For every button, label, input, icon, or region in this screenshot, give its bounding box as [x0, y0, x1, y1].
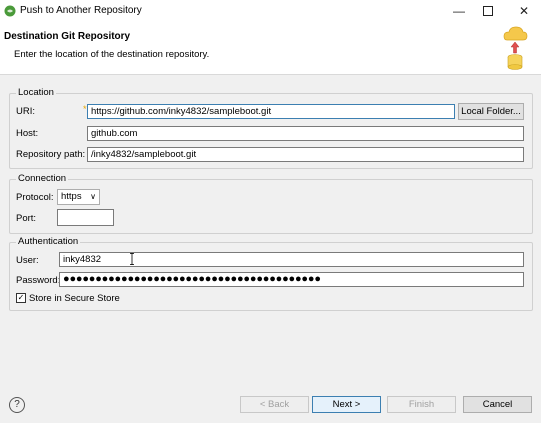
protocol-select-value: https	[61, 191, 82, 202]
help-icon[interactable]: ?	[9, 397, 25, 413]
cancel-button[interactable]: Cancel	[463, 396, 532, 413]
connection-group-title: Connection	[16, 173, 69, 184]
window-title: Push to Another Repository	[20, 5, 142, 16]
minimize-button[interactable]: —	[445, 2, 473, 20]
repository-path-label: Repository path:	[16, 149, 86, 160]
store-secure-label: Store in Secure Store	[29, 293, 120, 304]
eclipse-app-icon	[4, 5, 16, 17]
chevron-down-icon: ∨	[90, 192, 96, 201]
protocol-select[interactable]: https ∨	[57, 189, 100, 205]
user-label: User:	[16, 255, 39, 266]
password-label: Password:	[16, 275, 61, 286]
git-push-banner-icon	[503, 26, 528, 70]
text-cursor-icon	[130, 253, 134, 265]
wizard-header: Destination Git Repository Enter the loc…	[0, 22, 541, 75]
authentication-group-title: Authentication	[16, 236, 81, 247]
repository-path-input[interactable]: /inky4832/sampleboot.git	[87, 147, 524, 162]
user-input[interactable]: inky4832	[59, 252, 524, 267]
maximize-button[interactable]	[474, 2, 502, 20]
next-button[interactable]: Next >	[312, 396, 381, 413]
uri-label: URI:	[16, 106, 35, 117]
port-label: Port:	[16, 213, 37, 224]
host-label: Host:	[16, 128, 39, 139]
maximize-icon	[483, 6, 493, 16]
store-secure-checkbox[interactable]: ✓	[16, 293, 26, 303]
uri-input[interactable]: https://github.com/inky4832/sampleboot.g…	[87, 104, 455, 119]
page-description: Enter the location of the destination re…	[14, 49, 210, 60]
page-title: Destination Git Repository	[4, 31, 131, 42]
required-indicator-icon: *	[83, 104, 87, 114]
finish-button[interactable]: Finish	[387, 396, 456, 413]
location-group-title: Location	[16, 87, 56, 98]
port-input[interactable]	[57, 209, 114, 226]
window-titlebar: Push to Another Repository — ✕	[0, 0, 541, 22]
protocol-label: Protocol:	[16, 192, 54, 203]
password-input[interactable]: ●●●●●●●●●●●●●●●●●●●●●●●●●●●●●●●●●●●●●●●●	[59, 272, 524, 287]
close-button[interactable]: ✕	[510, 2, 538, 20]
back-button[interactable]: < Back	[240, 396, 309, 413]
host-input[interactable]: github.com	[87, 126, 524, 141]
local-folder-button[interactable]: Local Folder...	[458, 103, 524, 120]
